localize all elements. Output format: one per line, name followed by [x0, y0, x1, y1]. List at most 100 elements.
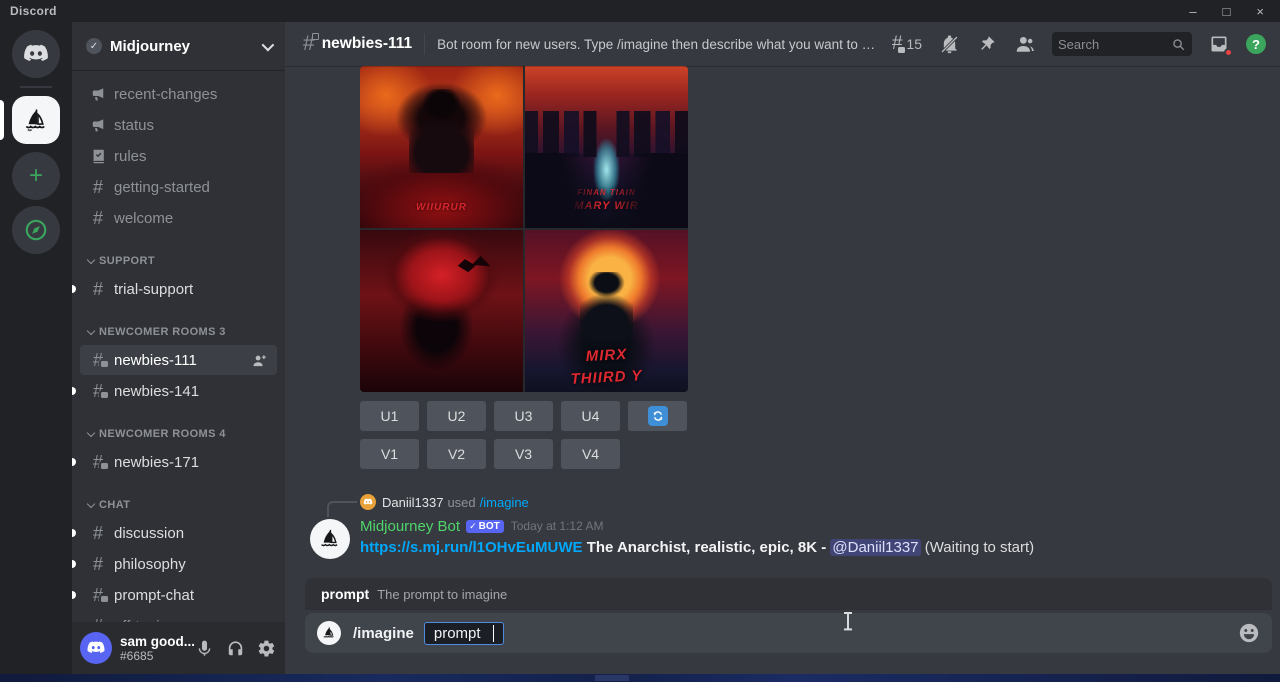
microphone-icon[interactable] [194, 638, 215, 659]
sidebar-item-rules[interactable]: rules [80, 141, 277, 171]
v4-button[interactable]: V4 [561, 439, 620, 469]
sidebar-item-recent-changes[interactable]: recent-changes [80, 79, 277, 109]
generated-image-4[interactable]: MIRX THIIRD Y [525, 230, 688, 392]
reroll-button[interactable] [628, 401, 687, 431]
v2-button[interactable]: V2 [427, 439, 486, 469]
toolbar-divider [424, 33, 425, 55]
u3-button[interactable]: U3 [494, 401, 553, 431]
user-meta[interactable]: sam good... #6685 [120, 634, 194, 663]
channel-name: newbies-111 [322, 35, 412, 53]
sidebar-item-prompt-chat[interactable]: # prompt-chat [80, 580, 277, 610]
channel-sidebar: ✓ Midjourney recent-changes status [72, 22, 285, 674]
v3-button[interactable]: V3 [494, 439, 553, 469]
minimize-button[interactable]: – [1189, 5, 1196, 18]
invite-people-icon[interactable] [251, 352, 269, 369]
unread-indicator [72, 387, 76, 395]
inbox-icon[interactable] [1208, 33, 1230, 55]
sidebar-item-status[interactable]: status [80, 110, 277, 140]
reply-username[interactable]: Daniil1337 [382, 495, 443, 510]
channel-hash-icon: # [303, 32, 315, 56]
generated-image-1[interactable]: WIIURUR [360, 66, 523, 228]
reply-action-text: used [447, 495, 475, 510]
generated-image-2[interactable]: FINAN TIAIN MARY WIR [525, 66, 688, 228]
job-link[interactable]: https://s.mj.run/l1OHvEuMUWE [360, 539, 583, 556]
hash-chat-icon: # [88, 382, 108, 400]
message-input-bar[interactable]: /imagine prompt [305, 613, 1272, 653]
username: sam good... [120, 634, 194, 649]
section-newcomer-rooms-4[interactable]: NEWCOMER ROOMS 4 [72, 422, 285, 446]
v1-button[interactable]: V1 [360, 439, 419, 469]
maximize-button[interactable]: □ [1223, 5, 1231, 18]
home-button[interactable] [12, 30, 60, 78]
sidebar-item-off-topic[interactable]: # off-topic [80, 611, 277, 622]
poster-caption: WIIURUR [360, 202, 523, 213]
settings-gear-icon[interactable] [256, 638, 277, 659]
hash-chat-icon: # [88, 453, 108, 471]
section-newcomer-rooms-3[interactable]: NEWCOMER ROOMS 3 [72, 320, 285, 344]
text-caret [493, 625, 495, 642]
prompt-text: The Anarchist, realistic, epic, 8K [587, 539, 817, 556]
sidebar-item-newbies-111[interactable]: # newbies-111 [80, 345, 277, 375]
threads-button[interactable]: # 15 [892, 33, 922, 55]
u1-button[interactable]: U1 [360, 401, 419, 431]
sidebar-item-philosophy[interactable]: # philosophy [80, 549, 277, 579]
channel-label: welcome [114, 210, 269, 227]
bot-author-name[interactable]: Midjourney Bot [360, 518, 460, 535]
main-area: # newbies-111 Bot room for new users. Ty… [285, 22, 1280, 674]
generated-image-3[interactable] [360, 230, 523, 392]
prompt-option-input[interactable]: prompt [424, 622, 504, 645]
chevron-icon [87, 255, 95, 263]
channel-topic[interactable]: Bot room for new users. Type /imagine th… [437, 37, 878, 52]
emoji-picker-icon[interactable] [1238, 622, 1260, 644]
generated-image-grid[interactable]: WIIURUR FINAN TIAIN MARY WIR MIRX THIIRD… [360, 66, 688, 392]
upscale-button-row: U1 U2 U3 U4 [360, 401, 688, 431]
hash-icon: # [88, 524, 108, 542]
channel-toolbar: # newbies-111 Bot room for new users. Ty… [285, 22, 1280, 66]
headphones-icon[interactable] [225, 638, 246, 659]
notifications-muted-icon[interactable] [938, 33, 960, 55]
job-status-text: (Waiting to start) [925, 539, 1034, 556]
avatar[interactable] [80, 632, 112, 664]
u2-button[interactable]: U2 [427, 401, 486, 431]
search-input[interactable] [1058, 37, 1171, 52]
reroll-icon [648, 406, 668, 426]
pinned-messages-icon[interactable] [976, 33, 998, 55]
chevron-icon [87, 326, 95, 334]
help-icon[interactable]: ? [1246, 34, 1266, 54]
sidebar-item-newbies-171[interactable]: # newbies-171 [80, 447, 277, 477]
chevron-icon [87, 499, 95, 507]
explore-servers-button[interactable] [12, 206, 60, 254]
command-context-line: Daniil1337 used /imagine [360, 494, 1280, 510]
avatar[interactable] [360, 494, 376, 510]
sidebar-item-getting-started[interactable]: # getting-started [80, 172, 277, 202]
rail-separator [20, 86, 52, 88]
channel-label: discussion [114, 525, 269, 542]
sailboat-icon [21, 105, 51, 135]
sidebar-item-discussion[interactable]: # discussion [80, 518, 277, 548]
channel-label: prompt-chat [114, 587, 269, 604]
server-rail: + [0, 22, 72, 674]
variation-button-row: V1 V2 V3 V4 [360, 439, 688, 469]
channel-label: rules [114, 148, 269, 165]
reply-command-link[interactable]: /imagine [480, 495, 529, 510]
user-panel: sam good... #6685 [72, 622, 285, 674]
member-list-icon[interactable] [1014, 33, 1036, 55]
server-icon-midjourney[interactable] [12, 96, 60, 144]
close-button[interactable]: × [1256, 5, 1264, 18]
message-timestamp: Today at 1:12 AM [511, 519, 604, 533]
sidebar-item-welcome[interactable]: # welcome [80, 203, 277, 233]
midjourney-bot-mini-avatar [317, 621, 341, 645]
sidebar-item-trial-support[interactable]: # trial-support [80, 274, 277, 304]
add-server-button[interactable]: + [12, 152, 60, 200]
u4-button[interactable]: U4 [561, 401, 620, 431]
section-chat[interactable]: CHAT [72, 493, 285, 517]
server-header[interactable]: ✓ Midjourney [72, 22, 285, 70]
unread-indicator [72, 560, 76, 568]
option-description: The prompt to imagine [377, 587, 507, 602]
channel-label: getting-started [114, 179, 269, 196]
section-support[interactable]: SUPPORT [72, 249, 285, 273]
user-mention[interactable]: @Daniil1337 [830, 539, 920, 556]
channel-label: off-topic [114, 618, 269, 623]
sidebar-item-newbies-141[interactable]: # newbies-141 [80, 376, 277, 406]
midjourney-bot-avatar[interactable] [310, 519, 350, 559]
